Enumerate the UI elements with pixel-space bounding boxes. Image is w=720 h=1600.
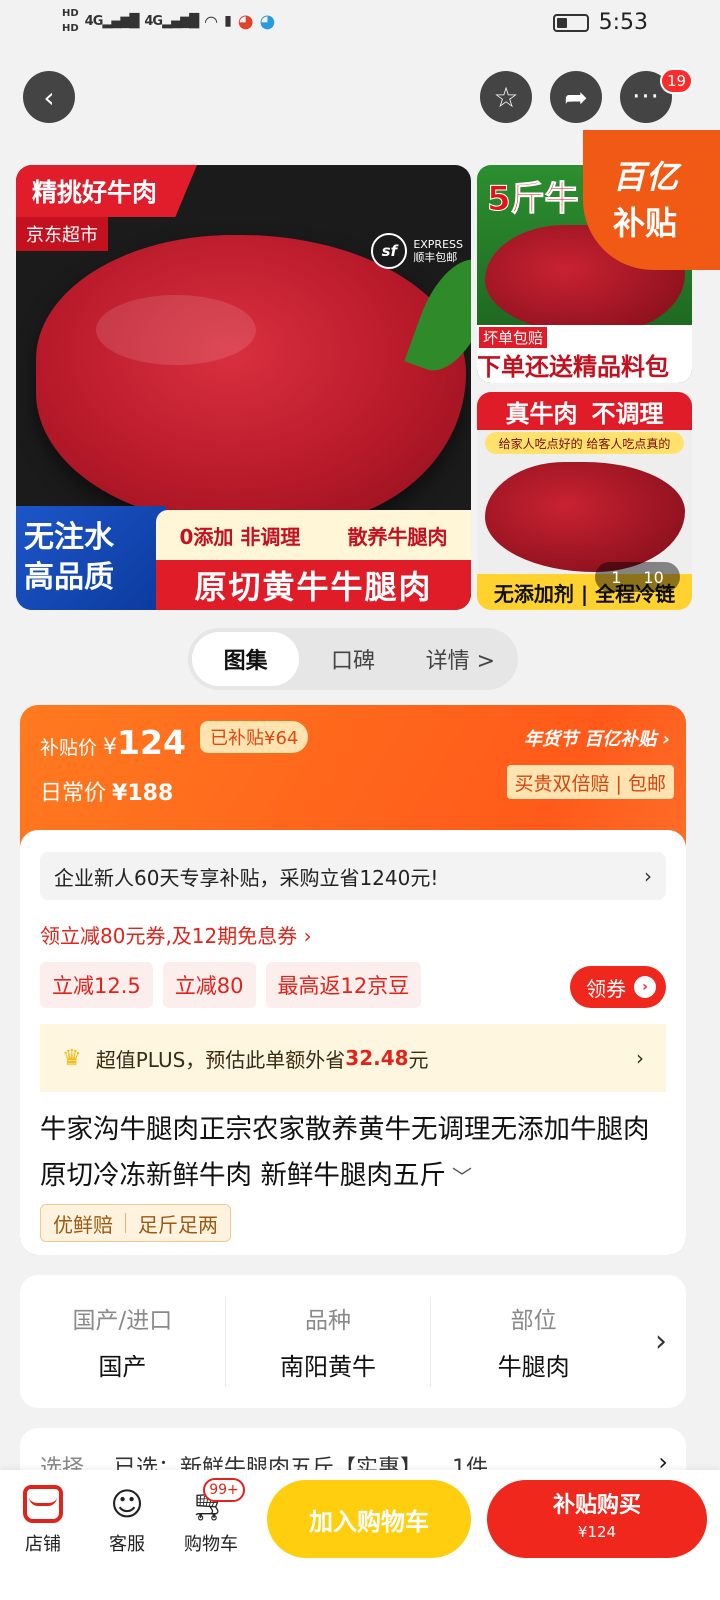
more-icon: ···: [632, 82, 660, 112]
notification-badge: 19: [660, 68, 694, 94]
chevron-right-icon: ›: [634, 976, 656, 998]
status-right: 5:53: [552, 10, 648, 35]
buy-now-button[interactable]: 补贴购买 ¥124: [487, 1480, 707, 1558]
spec-card[interactable]: 国产/进口 国产 品种 南阳黄牛 部位 牛腿肉 ›: [20, 1275, 686, 1408]
image-headline: 原切黄牛牛腿肉: [156, 560, 471, 610]
image-tag-top: 精挑好牛肉: [16, 165, 198, 217]
hd2: HD: [62, 23, 79, 34]
price-card: 补贴价 ¥ 124 已补贴¥64 日常价 ¥188 年货节 百亿补贴 › 买贵双倍…: [20, 705, 686, 1255]
status-left: HD HD 4G▂▄▆█ 4G▂▄▆█ ◠ ▮ ◕ ◕: [62, 6, 275, 36]
app-icon-1: ◕: [237, 10, 254, 32]
promo-chips: 立减12.5 立减80 最高返12京豆: [40, 962, 422, 1008]
wifi-icon: ◠: [204, 11, 219, 31]
subsidy-price: 补贴价 ¥ 124: [40, 723, 186, 762]
chevron-right-icon: ›: [644, 864, 652, 888]
favorite-button[interactable]: ☆: [480, 71, 532, 123]
feature-strip: 0添加 非调理 散养牛腿肉: [156, 510, 471, 560]
store-button[interactable]: 店铺: [8, 1484, 78, 1556]
store-icon: [23, 1485, 63, 1523]
chevron-right-icon[interactable]: ›: [636, 1324, 686, 1359]
cart-count-badge: 99+: [203, 1478, 245, 1502]
chevron-down-icon: ﹀: [451, 1165, 472, 1189]
promo-chip[interactable]: 立减12.5: [40, 962, 153, 1008]
battery-icon: [552, 13, 589, 32]
add-to-cart-button[interactable]: 加入购物车: [267, 1480, 471, 1558]
signal-icon-1: 4G▂▄▆█: [84, 13, 140, 29]
subsidy-amount-badge: 已补贴¥64: [200, 721, 309, 753]
main-product-image[interactable]: 精挑好牛肉 京东超市 sf EXPRESS 顺丰包邮 无注水 高品质 0添加 非…: [16, 165, 471, 610]
regular-price: 日常价 ¥188: [40, 781, 174, 806]
coupon-link[interactable]: 领立减80元券,及12期免息券 ›: [40, 920, 312, 949]
hd1: HD: [62, 8, 79, 19]
service-tags[interactable]: 优鲜赔 足斤足两: [40, 1204, 231, 1242]
billion-subsidy-badge: 百亿 补贴: [583, 130, 720, 270]
guarantee-badge[interactable]: 买贵双倍赔 | 包邮: [506, 765, 674, 799]
back-button[interactable]: ‹: [23, 71, 75, 123]
thumbnail-title: 真牛肉 不调理: [477, 392, 692, 430]
spec-part: 部位 牛腿肉: [497, 1308, 570, 1381]
chevron-left-icon: ‹: [43, 80, 55, 114]
clock: 5:53: [598, 10, 648, 35]
image-banner: 无注水 高品质 0添加 非调理 散养牛腿肉 原切黄牛牛腿肉: [16, 506, 471, 610]
subsidy-brand-link[interactable]: 年货节 百亿补贴 ›: [524, 725, 670, 751]
bottom-action-bar: 店铺 ☺ 客服 🛒︎ 购物车 99+ 加入购物车 补贴购买 ¥124: [0, 1470, 720, 1600]
beef-image: [485, 462, 685, 572]
promo-chip[interactable]: 立减80: [162, 962, 256, 1008]
product-info: 企业新人60天专享补贴，采购立省1240元! › 领立减80元券,及12期免息券…: [20, 830, 686, 1255]
image-page-indicator: 1 10: [595, 562, 680, 592]
chat-face-icon: ☺: [110, 1485, 144, 1523]
quality-badge: 无注水 高品质: [16, 506, 166, 610]
plus-banner[interactable]: ♛ 超值PLUS，预估此单额外省 32.48 元 ›: [40, 1024, 666, 1092]
spec-origin: 国产/进口 国产: [20, 1296, 226, 1387]
share-button[interactable]: ➦: [550, 71, 602, 123]
product-title[interactable]: 牛家沟牛腿肉正宗农家散养黄牛无调理无添加牛腿肉原切冷冻新鲜牛肉 新鲜牛腿肉五斤 ﹀: [40, 1107, 670, 1200]
customer-service-button[interactable]: ☺ 客服: [92, 1484, 162, 1556]
chevron-right-icon: ›: [662, 729, 670, 750]
share-icon: ➦: [564, 80, 588, 114]
crown-icon: ♛: [62, 1045, 82, 1071]
gallery-tabs: 图集 口碑 详情 >: [188, 628, 518, 690]
alert-icon: ▮: [224, 13, 232, 29]
star-icon: ☆: [493, 80, 519, 114]
tab-details[interactable]: 详情 >: [407, 632, 514, 686]
get-coupon-button[interactable]: 领券 ›: [570, 966, 666, 1008]
app-icon-2: ◕: [259, 10, 276, 32]
signal-icon-2: 4G▂▄▆█: [144, 13, 199, 29]
image-tag-store: 京东超市: [16, 217, 108, 251]
spec-breed: 品种 南阳黄牛: [226, 1296, 432, 1387]
beef-image: [36, 235, 466, 525]
tab-reviews[interactable]: 口碑: [299, 632, 406, 686]
sf-express-logo: sf EXPRESS 顺丰包邮: [371, 233, 463, 269]
hd-indicator: HD HD: [62, 6, 79, 36]
chevron-right-icon: ›: [636, 1046, 644, 1070]
sf-logo-icon: sf: [371, 233, 408, 269]
status-bar: HD HD 4G▂▄▆█ 4G▂▄▆█ ◠ ▮ ◕ ◕ 5:53: [0, 0, 720, 50]
enterprise-banner[interactable]: 企业新人60天专享补贴，采购立省1240元! ›: [40, 852, 666, 900]
tab-gallery[interactable]: 图集: [192, 632, 300, 686]
promo-chip[interactable]: 最高返12京豆: [265, 962, 422, 1008]
